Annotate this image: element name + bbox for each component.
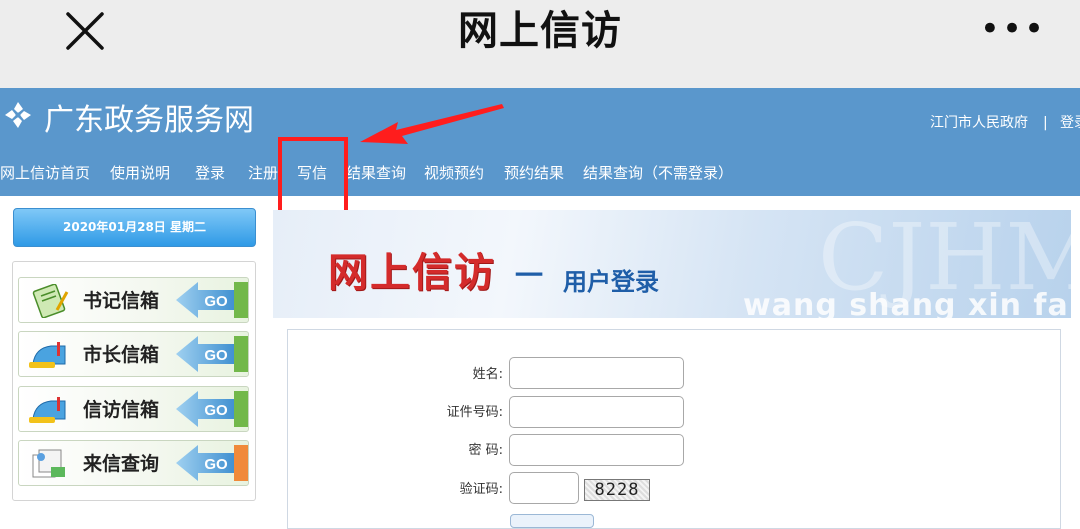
nav-appointment-result[interactable]: 预约结果 [504,160,564,186]
go-text: GO [204,402,228,419]
nav-register[interactable]: 注册 [248,160,278,186]
page-title: 网上信访 [458,8,622,54]
nav-result-query-no-login[interactable]: 结果查询（不需登录） [583,160,733,186]
more-icon[interactable]: ••• [978,12,1048,46]
go-arrow-icon: GO [176,282,248,318]
nav-home[interactable]: 网上信访首页 [0,160,90,186]
mailbox-icon [29,397,66,423]
sidebar-footer [12,506,256,521]
mailbox-label: 信访信箱 [83,399,160,421]
notebook-icon [32,284,69,318]
mailbox-label: 市长信箱 [83,344,160,366]
nav-result-query[interactable]: 结果查询 [346,160,406,186]
banner-pinyin: wang shang xin fang [743,288,1071,318]
annotation-arrow-icon [360,104,504,144]
banner-subtitle: 用户登录 [563,268,659,296]
letter-query-button[interactable]: 来信查询 GO [18,440,249,486]
date-display: 2020年01月28日 星期二 [13,208,256,247]
app-bar: 网上信访 ••• [0,0,1080,88]
petition-mailbox-button[interactable]: 信访信箱 GO [18,386,249,432]
id-number-label: 证件号码: [446,405,503,420]
nav-video-appointment[interactable]: 视频预约 [424,160,484,186]
name-label: 姓名: [472,367,503,382]
go-arrow-icon: GO [176,336,248,372]
banner-dash: 一 [515,259,544,292]
banner-title: 网上信访 [328,249,496,296]
header-login-link[interactable]: 登录 [1060,112,1080,134]
nav-instructions[interactable]: 使用说明 [110,160,170,186]
nav-login[interactable]: 登录 [195,160,225,186]
id-number-input[interactable] [509,396,684,428]
secretary-mailbox-button[interactable]: 书记信箱 GO [18,277,249,323]
captcha-image[interactable]: 8228 [584,479,650,501]
captcha-label: 验证码: [459,482,503,497]
go-text: GO [204,347,228,364]
city-link[interactable]: 江门市人民政府 [930,112,1028,134]
submit-button[interactable] [510,514,594,528]
password-input[interactable] [509,434,684,466]
site-name[interactable]: 广东政务服务网 [44,98,254,144]
go-arrow-icon: GO [176,391,248,427]
login-banner: CJHM 网上信访 一 用户登录 wang shang xin fang [273,210,1071,318]
site-logo-icon [5,102,31,128]
captcha-input[interactable] [509,472,579,504]
highlight-box [278,137,348,214]
document-search-icon [32,449,65,478]
go-arrow-icon: GO [176,445,248,481]
header-separator: | [1043,115,1048,131]
password-label: 密 码: [468,443,503,458]
name-input[interactable] [509,357,684,389]
mailbox-icon [29,342,66,368]
mailbox-label: 来信查询 [83,453,160,475]
mayor-mailbox-button[interactable]: 市长信箱 GO [18,331,249,377]
go-text: GO [204,293,228,310]
mailbox-label: 书记信箱 [83,290,160,312]
go-text: GO [204,456,228,473]
